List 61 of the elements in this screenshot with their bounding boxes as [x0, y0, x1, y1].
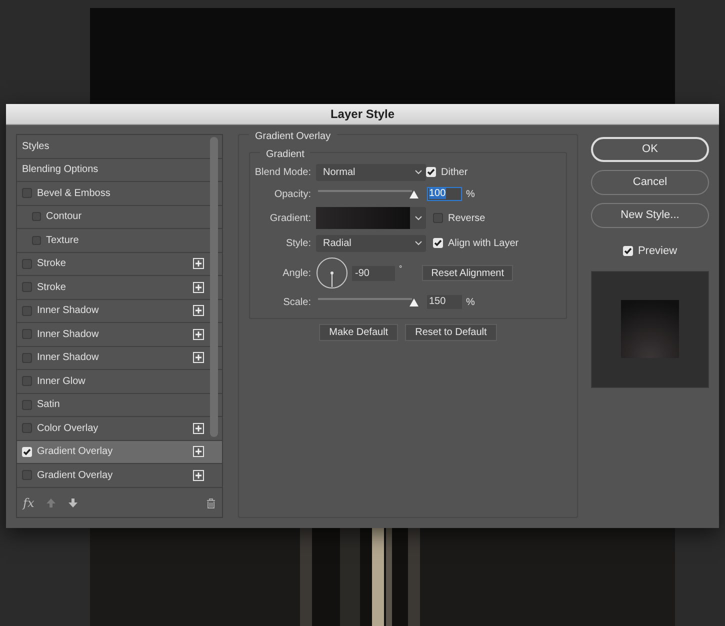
- chevron-icon: [415, 170, 422, 174]
- dropdown[interactable]: Radial: [316, 234, 426, 252]
- reset-alignment-button[interactable]: Reset Alignment: [422, 265, 514, 281]
- plus-icon[interactable]: [193, 470, 204, 481]
- default-button[interactable]: Make Default: [319, 324, 398, 341]
- plus-icon[interactable]: [193, 258, 204, 270]
- dialog-button[interactable]: OK: [591, 137, 709, 162]
- plus-icon[interactable]: [193, 328, 204, 340]
- down-arrow-icon[interactable]: [68, 498, 78, 508]
- align-label: Align with Layer: [448, 236, 519, 250]
- field-label: Gradient:: [268, 212, 312, 226]
- style-item[interactable]: Gradient Overlay: [17, 440, 222, 464]
- checkbox[interactable]: [426, 167, 436, 177]
- dialog-button[interactable]: New Style...: [591, 203, 709, 228]
- checkbox[interactable]: [22, 352, 32, 363]
- default-button[interactable]: Reset to Default: [405, 324, 497, 341]
- angle-dial[interactable]: [316, 257, 348, 289]
- checkbox[interactable]: [22, 188, 32, 198]
- checkbox[interactable]: [22, 306, 32, 316]
- slider-thumb[interactable]: [409, 298, 419, 307]
- checkbox[interactable]: [22, 258, 32, 269]
- checkbox[interactable]: [22, 376, 32, 386]
- checkbox[interactable]: [433, 213, 443, 223]
- field-label: Opacity:: [273, 188, 312, 202]
- field-label: Style:: [284, 236, 312, 250]
- trash-icon[interactable]: [206, 498, 216, 508]
- checkbox[interactable]: [22, 282, 32, 292]
- slider-thumb[interactable]: [409, 190, 419, 199]
- field-label: Angle:: [282, 266, 312, 280]
- plus-icon[interactable]: [193, 305, 204, 316]
- style-item[interactable]: Gradient Overlay: [17, 464, 222, 488]
- checkbox[interactable]: [22, 423, 32, 434]
- checkbox[interactable]: [32, 236, 41, 245]
- plus-icon[interactable]: [193, 282, 204, 293]
- window-title: Layer Style: [330, 106, 395, 123]
- plus-icon[interactable]: [193, 422, 204, 434]
- dropdown[interactable]: Normal: [316, 164, 426, 180]
- scale-field[interactable]: 150: [427, 295, 462, 309]
- checkbox[interactable]: [32, 212, 41, 222]
- chevron-icon: [414, 216, 422, 220]
- checkbox[interactable]: [22, 329, 32, 340]
- plus-icon[interactable]: [193, 446, 204, 458]
- unit-label: %: [466, 296, 475, 310]
- checkbox[interactable]: [22, 400, 32, 410]
- chevron-icon: [415, 240, 422, 246]
- plus-icon[interactable]: [193, 352, 204, 364]
- preview-swatch: [621, 300, 679, 358]
- reverse-label: Reverse: [448, 212, 486, 226]
- degree-label: °: [399, 263, 402, 275]
- checkbox[interactable]: [433, 238, 443, 248]
- unit-label: %: [466, 188, 475, 202]
- checkbox[interactable]: [22, 470, 32, 480]
- opacity-field[interactable]: 100: [427, 187, 462, 201]
- field-label: Blend Mode:: [254, 166, 312, 180]
- section-title: Gradient Overlay: [249, 129, 337, 144]
- dialog-button[interactable]: Cancel: [591, 170, 709, 195]
- angle-field[interactable]: -90: [352, 266, 395, 280]
- dither-label: Dither: [441, 166, 468, 180]
- fx-button[interactable]: fx: [23, 494, 34, 512]
- field-label: Scale:: [282, 296, 312, 310]
- preview-label: Preview: [638, 244, 678, 259]
